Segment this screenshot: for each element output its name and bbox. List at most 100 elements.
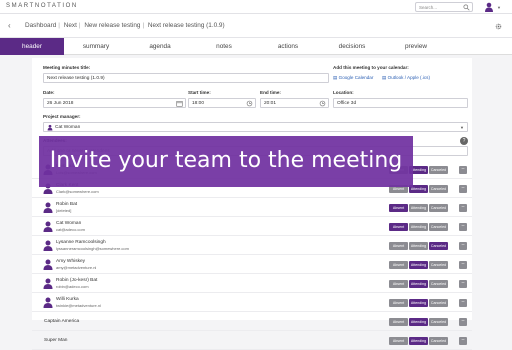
chevron-down-icon: ▼ [460,125,464,130]
tab-actions[interactable]: actions [256,38,320,55]
breadcrumb: Dashboard | Next | New release testing | Ne… [25,22,225,29]
canceled-button[interactable]: Canceled [429,280,448,288]
absent-button[interactable]: Absent [389,299,408,307]
app-logo[interactable]: SMARTNOTATION [6,3,78,9]
user-icon [43,297,53,308]
end-time-input[interactable]: 20:01 [260,98,329,108]
location-label: Location: [333,90,354,95]
canceled-button[interactable]: Canceled [429,242,448,250]
gear-icon[interactable] [495,23,502,30]
attendee-email: amy@metadventure.nl [56,265,97,270]
project-manager-label: Project manager: [43,114,81,119]
attendee-name: Amy Whiskey [56,259,86,264]
canceled-button[interactable]: Canceled [429,166,448,174]
search-placeholder: Search... [419,5,438,10]
calendar-icon[interactable] [176,100,183,107]
attendee-name: Robin (Jo-kesr) Bat [56,278,98,283]
remove-attendee-button[interactable]: – [459,261,467,269]
remove-attendee-button[interactable]: – [459,337,467,345]
end-time-label: End time: [260,90,281,95]
breadcrumb-meeting: Next release testing (1.0.9) [147,22,225,29]
remove-attendee-button[interactable]: – [459,204,467,212]
canceled-button[interactable]: Canceled [429,337,448,345]
attendee-email: cat@adeco.com [56,227,85,232]
attending-button[interactable]: Attending [409,223,428,231]
tab-notes[interactable]: notes [192,38,256,55]
remove-attendee-button[interactable]: – [459,223,467,231]
absent-button[interactable]: Absent [389,204,408,212]
remove-attendee-button[interactable]: – [459,185,467,193]
date-label: Date: [43,90,55,95]
remove-attendee-button[interactable]: – [459,280,467,288]
tab-decisions[interactable]: decisions [320,38,384,55]
canceled-button[interactable]: Canceled [429,204,448,212]
date-input[interactable]: 26 Jun 2018 [43,98,186,108]
search-icon[interactable] [463,4,470,11]
attendee-row: Lysanne Ramcoolsingh lyssanneramcoolsingh… [32,237,472,255]
attendee-name: Lysanne Ramcoolsingh [56,240,106,245]
attendee-row: Amy Whiskey amy@metadventure.nl Absent Atte… [32,256,472,274]
canceled-button[interactable]: Canceled [429,185,448,193]
start-time-input[interactable]: 18:00 [188,98,256,108]
attendee-row: Captain America Absent Attending Canceled – [32,313,472,331]
clock-icon [319,100,326,107]
breadcrumb-bar: ‹ Dashboard | Next | New release testing | … [0,14,512,38]
attendee-row: Cat Woman cat@adeco.com Absent Attending Can… [32,218,472,236]
user-avatar-icon[interactable] [484,2,494,12]
attending-button[interactable]: Attending [409,261,428,269]
attending-button[interactable]: Attending [409,299,428,307]
absent-button[interactable]: Absent [389,337,408,345]
attendee-name: Super Man [44,338,68,343]
promo-banner: Invite your team to the meeting [39,136,413,187]
tab-preview[interactable]: preview [384,38,448,55]
attendance-toggle: AbsentAttendingCanceled [389,261,449,269]
absent-button[interactable]: Absent [389,261,408,269]
outlook-calendar-link[interactable]: ▤ Outlook / Apple (.ics) [382,75,430,81]
tab-header[interactable]: header [0,38,64,55]
remove-attendee-button[interactable]: – [459,242,467,250]
attendee-email: twinkie@metadventure.nl [56,303,101,308]
top-bar: SMARTNOTATION Search... ▼ [0,0,512,14]
absent-button[interactable]: Absent [389,318,408,326]
tab-agenda[interactable]: agenda [128,38,192,55]
remove-attendee-button[interactable]: – [459,299,467,307]
tab-bar: header summary agenda notes actions deci… [0,38,512,55]
remove-attendee-button[interactable]: – [459,166,467,174]
help-icon[interactable]: ? [460,137,468,145]
calendar-label: Add this meeting to your calendar: [333,65,409,70]
attending-button[interactable]: Attending [409,337,428,345]
breadcrumb-dashboard[interactable]: Dashboard [25,22,56,29]
back-arrow-icon[interactable]: ‹ [8,21,11,30]
google-calendar-link[interactable]: ▤ Google Calendar [333,75,373,81]
attendee-email: lyssanneramcoolsingh@somewhere.com [56,246,129,251]
attendance-toggle: AbsentAttendingCanceled [389,223,449,231]
canceled-button[interactable]: Canceled [429,261,448,269]
attendee-row: Robin Bat [deleted] Absent Attending Cancele… [32,199,472,217]
attendance-toggle: AbsentAttendingCanceled [389,337,449,345]
tab-summary[interactable]: summary [64,38,128,55]
title-input[interactable]: Next release testing (1.0.9) [43,73,329,83]
attendee-name: Willi Kurka [56,297,79,302]
attendance-toggle: AbsentAttendingCanceled [389,280,449,288]
project-manager-select[interactable]: Cat Woman ▼ [43,122,468,132]
breadcrumb-next[interactable]: Next [64,22,77,29]
attending-button[interactable]: Attending [409,242,428,250]
location-input[interactable]: Office 3d [333,98,468,108]
canceled-button[interactable]: Canceled [429,318,448,326]
absent-button[interactable]: Absent [389,242,408,250]
attending-button[interactable]: Attending [409,318,428,326]
attendee-row: Willi Kurka twinkie@metadventure.nl Absent… [32,294,472,312]
attendee-email: Clark@somewhere.com [56,189,99,194]
search-input[interactable]: Search... [415,2,473,12]
attendance-toggle: AbsentAttendingCanceled [389,242,449,250]
canceled-button[interactable]: Canceled [429,223,448,231]
breadcrumb-project[interactable]: New release testing [84,22,140,29]
absent-button[interactable]: Absent [389,223,408,231]
remove-attendee-button[interactable]: – [459,318,467,326]
attending-button[interactable]: Attending [409,204,428,212]
attending-button[interactable]: Attending [409,280,428,288]
user-menu-caret-icon[interactable]: ▼ [497,5,501,10]
absent-button[interactable]: Absent [389,280,408,288]
canceled-button[interactable]: Canceled [429,299,448,307]
attendance-toggle: AbsentAttendingCanceled [389,299,449,307]
